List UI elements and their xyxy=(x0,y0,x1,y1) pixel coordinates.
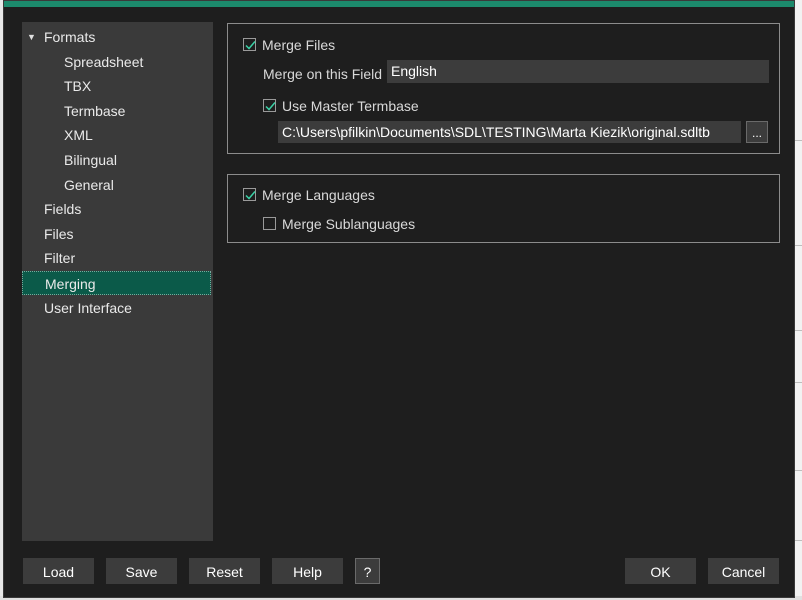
tree-item-fields[interactable]: Fields xyxy=(22,197,211,221)
settings-dialog: ▼ Formats Spreadsheet TBX Termbase XML Bilingu… xyxy=(3,0,795,598)
merge-languages-checkbox[interactable] xyxy=(243,188,256,201)
tree-item-merging[interactable]: Merging xyxy=(22,271,211,295)
tree-item-label: Bilingual xyxy=(64,152,117,168)
tree-item-label: General xyxy=(64,176,114,193)
load-button[interactable]: Load xyxy=(23,558,94,584)
check-icon xyxy=(245,191,256,200)
tree-item-formats[interactable]: ▼ Formats xyxy=(22,25,211,49)
use-master-termbase-label: Use Master Termbase xyxy=(282,98,419,114)
help-button[interactable]: Help xyxy=(272,558,343,584)
tree-item-label: Formats xyxy=(44,29,96,45)
tree-item-files[interactable]: Files xyxy=(22,222,211,246)
save-button[interactable]: Save xyxy=(106,558,177,584)
merge-sublanguages-checkbox[interactable] xyxy=(263,217,276,230)
tree-item-label: Merging xyxy=(45,276,96,292)
tree-item-general[interactable]: General xyxy=(22,173,211,197)
expand-arrow-icon[interactable]: ▼ xyxy=(27,25,36,49)
browse-button[interactable]: ... xyxy=(746,121,768,143)
merge-field-label: Merge on this Field xyxy=(263,66,383,82)
merge-field-dropdown[interactable]: English xyxy=(387,60,769,83)
tree-item-label: XML xyxy=(64,127,93,144)
dialog-accent-bar xyxy=(4,1,794,7)
merge-languages-label: Merge Languages xyxy=(262,187,375,203)
tree-item-label: Spreadsheet xyxy=(64,53,144,70)
tree-item-label: TBX xyxy=(64,78,92,95)
tree-item-termbase[interactable]: Termbase xyxy=(22,99,211,123)
check-icon xyxy=(265,102,276,111)
tree-item-tbx[interactable]: TBX xyxy=(22,74,211,98)
merge-files-checkbox[interactable] xyxy=(243,38,256,51)
merge-files-label: Merge Files xyxy=(262,37,336,53)
tree-item-xml[interactable]: XML xyxy=(22,123,211,147)
check-icon xyxy=(245,41,256,50)
tree-item-label: User Interface xyxy=(44,299,132,316)
tree-item-label: Filter xyxy=(44,250,76,267)
question-button[interactable]: ? xyxy=(355,558,380,584)
tree-item-label: Termbase xyxy=(64,102,126,119)
master-termbase-path-input[interactable]: C:\Users\pfilkin\Documents\SDL\TESTING\M… xyxy=(278,121,741,143)
tree-item-label: Files xyxy=(44,225,74,242)
tree-item-bilingual[interactable]: Bilingual xyxy=(22,148,211,172)
tree-item-spreadsheet[interactable]: Spreadsheet xyxy=(22,50,211,74)
merge-sublanguages-label: Merge Sublanguages xyxy=(282,216,416,232)
cancel-button[interactable]: Cancel xyxy=(708,558,779,584)
navigation-tree: ▼ Formats Spreadsheet TBX Termbase XML Bilingu… xyxy=(22,22,213,541)
tree-item-user-interface[interactable]: User Interface xyxy=(22,296,211,320)
ok-button[interactable]: OK xyxy=(625,558,696,584)
merge-languages-group: Merge Languages Merge Sublanguages xyxy=(227,174,780,243)
tree-item-filter[interactable]: Filter xyxy=(22,246,211,270)
reset-button[interactable]: Reset xyxy=(189,558,260,584)
use-master-termbase-checkbox[interactable] xyxy=(263,99,276,112)
tree-item-label: Fields xyxy=(44,201,82,218)
merge-files-group: Merge Files Merge on this Field English … xyxy=(227,23,780,154)
